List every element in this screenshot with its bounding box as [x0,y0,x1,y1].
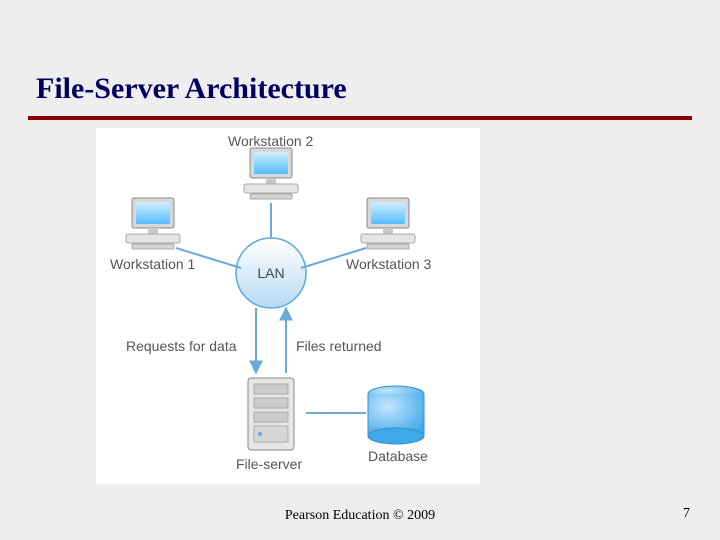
title-underline [28,116,692,120]
database-icon [368,386,424,444]
workstation-3-label: Workstation 3 [346,256,431,272]
architecture-diagram: LAN [96,128,480,484]
file-server-label: File-server [236,456,302,472]
workstation-1-icon [126,198,180,249]
diagram-svg: LAN [96,128,480,484]
database-label: Database [368,448,428,464]
lan-label-inside: LAN [257,265,284,281]
requests-label: Requests for data [126,338,237,354]
page-title: File-Server Architecture [36,72,347,106]
workstation-2-label: Workstation 2 [228,133,313,149]
page-number: 7 [683,506,690,522]
footer-text: Pearson Education © 2009 [0,508,720,524]
file-server-icon [248,378,294,450]
workstation-1-label: Workstation 1 [110,256,195,272]
slide: File-Server Architecture [0,0,720,540]
workstation-3-icon [361,198,415,249]
files-returned-label: Files returned [296,338,382,354]
workstation-2-icon [244,148,298,199]
